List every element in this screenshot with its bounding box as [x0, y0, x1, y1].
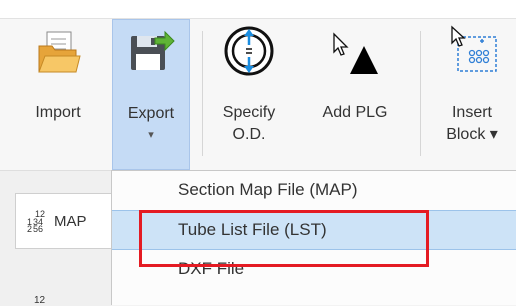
add-plg-button[interactable]: Add PLG	[312, 19, 398, 170]
add-plg-label: Add PLG	[322, 104, 388, 121]
map-grid-icon: 12 1 34 2 56	[27, 209, 45, 232]
specify-od-label: Specify O.D.	[222, 104, 276, 143]
save-export-icon	[131, 30, 175, 70]
title-strip	[0, 0, 516, 19]
insert-block-button[interactable]: Insert Block ▾	[428, 19, 516, 170]
svg-text:2: 2	[27, 224, 32, 232]
tab-map[interactable]: 12 1 34 2 56 MAP	[15, 193, 112, 249]
ribbon-separator	[202, 31, 203, 156]
highlight-annotation	[139, 210, 429, 267]
menu-item-section-map[interactable]: Section Map File (MAP)	[112, 171, 516, 211]
ribbon-separator	[420, 31, 421, 156]
import-button[interactable]: Import	[18, 19, 98, 170]
export-label: Export	[127, 105, 175, 122]
menu-item-label: Section Map File (MAP)	[178, 180, 358, 199]
specify-od-button[interactable]: Specify O.D.	[212, 19, 286, 170]
add-plg-icon	[333, 32, 378, 74]
diameter-circle-icon	[224, 26, 274, 76]
folder-open-icon	[38, 31, 81, 73]
tab-map-label: MAP	[54, 213, 87, 230]
import-label: Import	[35, 104, 81, 121]
chevron-down-icon: ▾	[148, 129, 154, 141]
export-button[interactable]: Export ▾	[112, 19, 190, 170]
left-pane: 12 1 34 2 56 MAP 12	[0, 170, 112, 306]
svg-text:12: 12	[34, 295, 46, 306]
svg-text:56: 56	[33, 224, 43, 232]
grid-icon: 12	[34, 295, 46, 306]
insert-block-icon	[451, 25, 497, 72]
insert-block-label: Insert Block ▾	[446, 104, 498, 143]
ribbon: Import Export ▾ Specify O.D. Add PLG Ins…	[0, 19, 516, 170]
